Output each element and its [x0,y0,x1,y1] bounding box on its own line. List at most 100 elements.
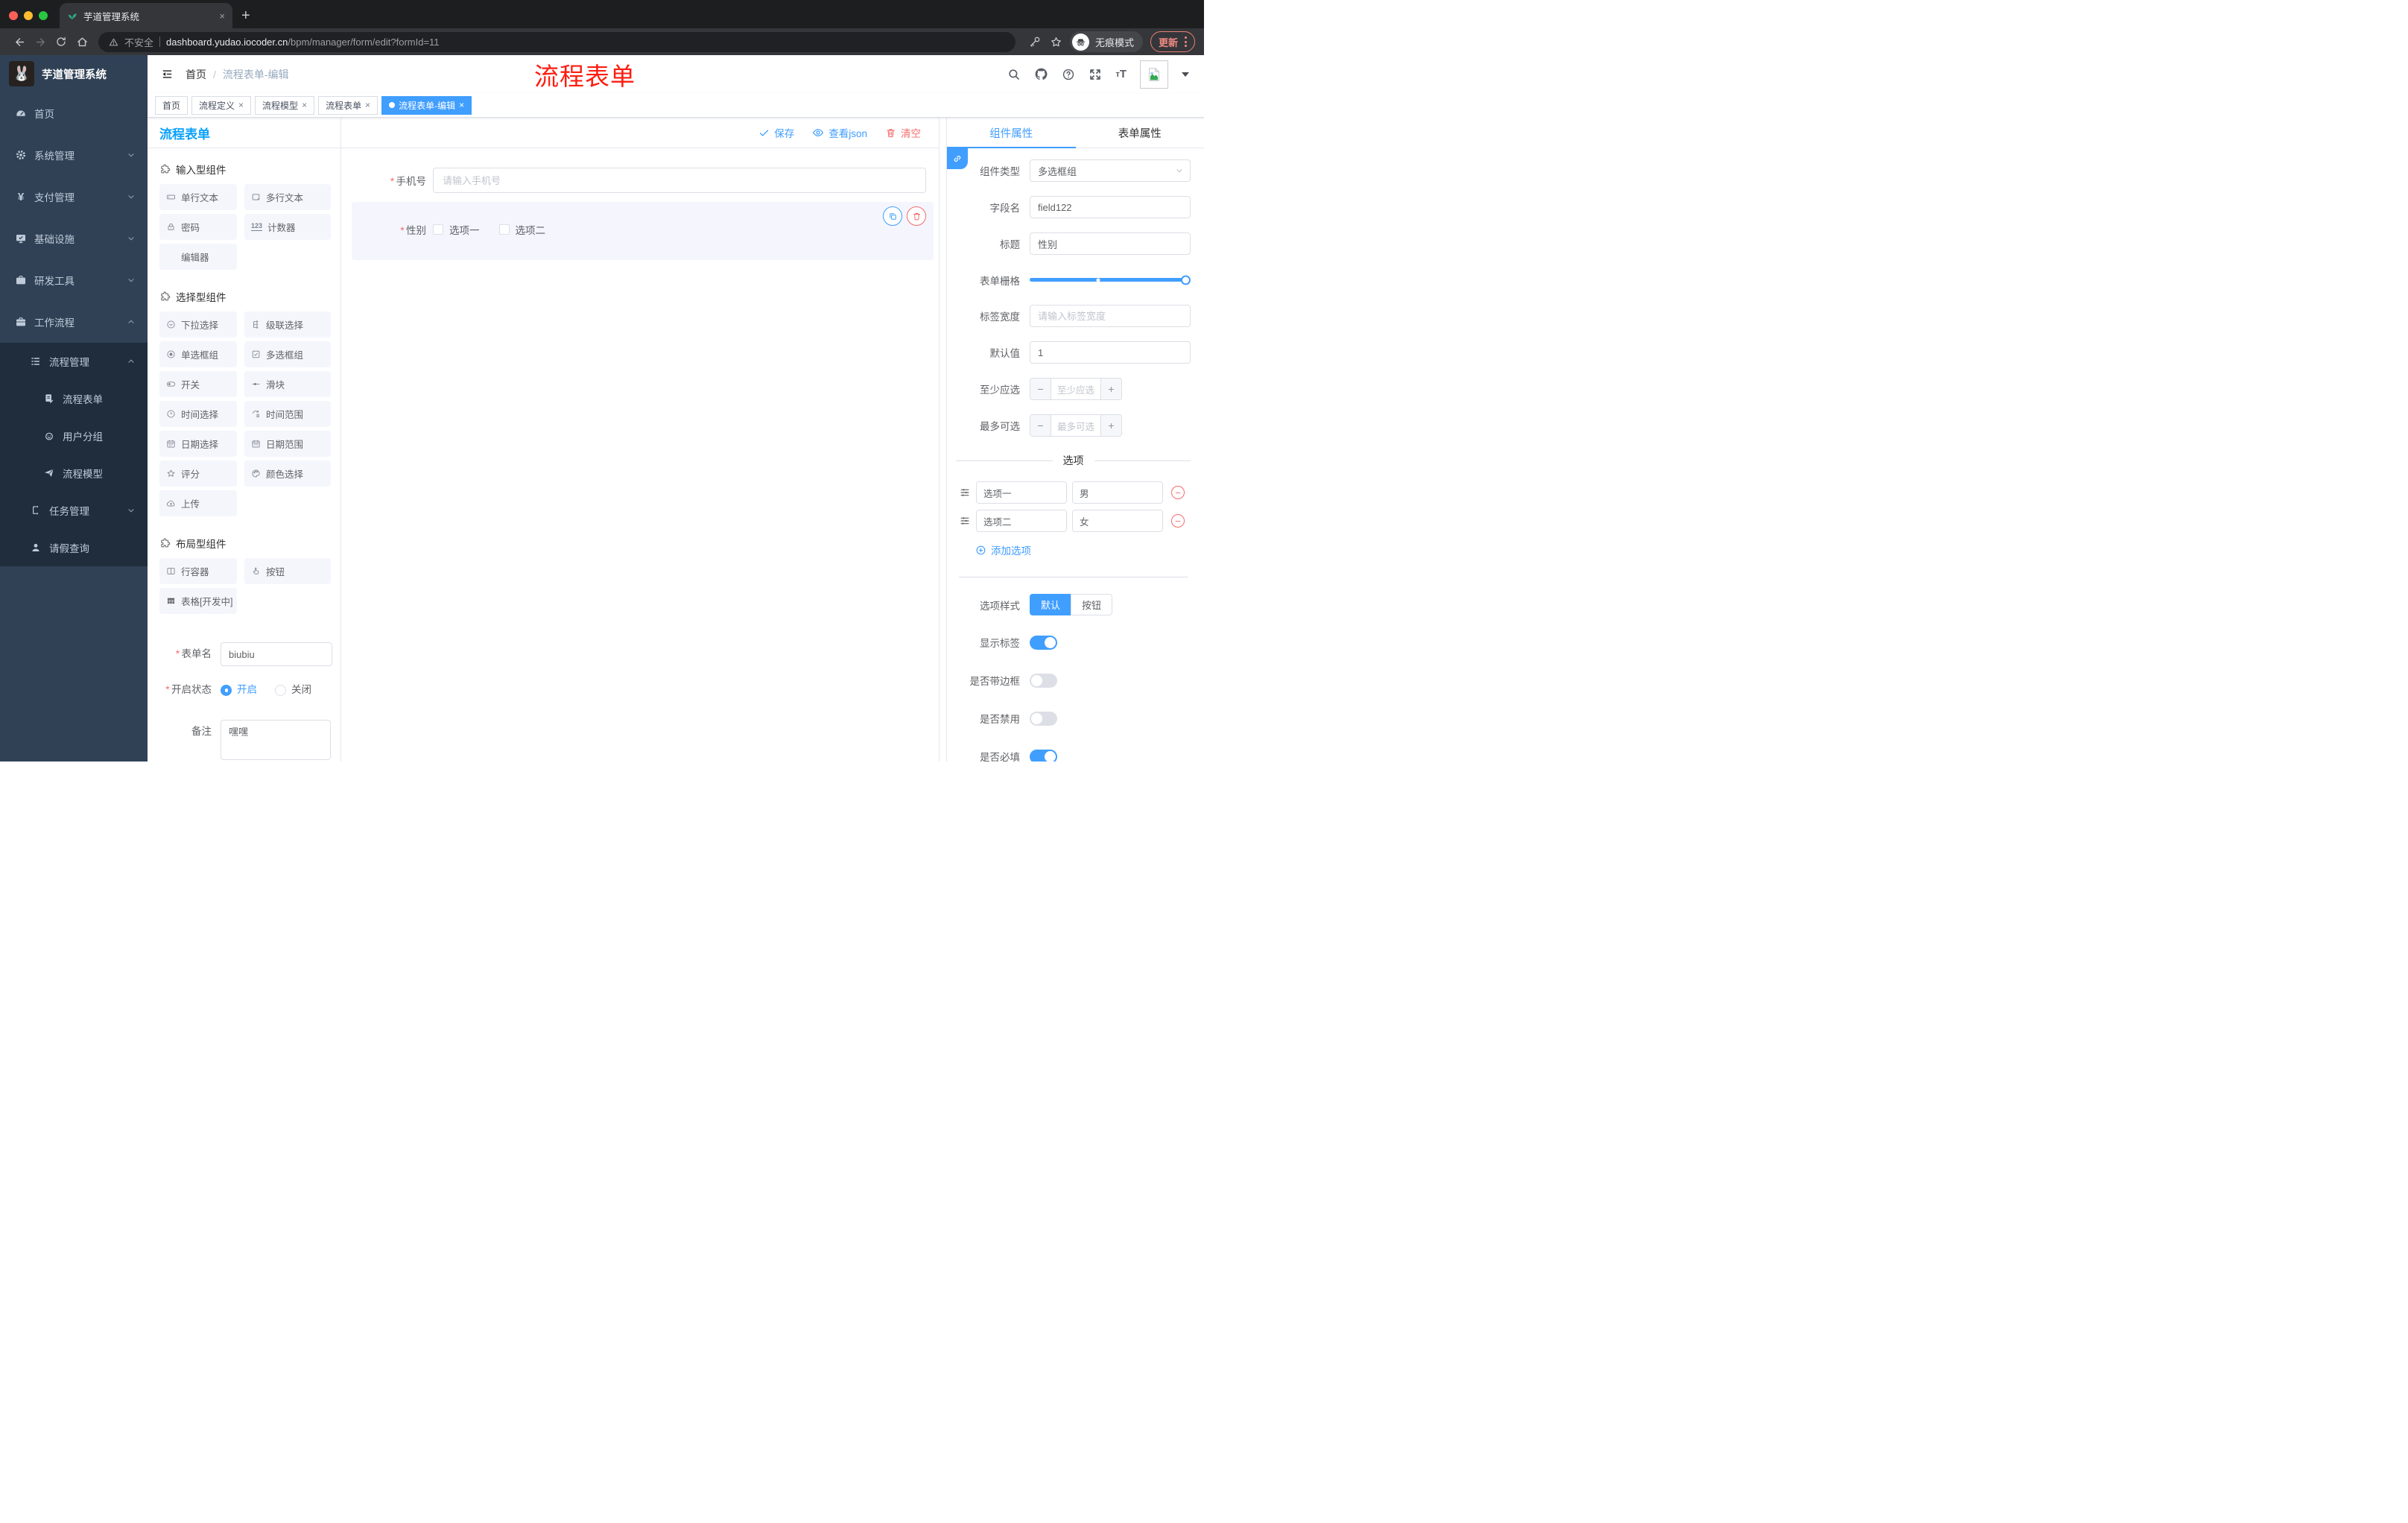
form-remark-textarea[interactable]: 嘿嘿 [221,720,331,760]
delete-widget-button[interactable] [907,206,926,226]
palette-item-time-range[interactable]: 时间范围 [244,401,331,427]
remove-option-button[interactable]: − [1171,514,1185,528]
palette-item-row-container[interactable]: 行容器 [159,558,237,584]
palette-item-date[interactable]: 日期选择 [159,431,237,457]
tag-process-definition[interactable]: 流程定义 × [191,95,252,115]
stepper-increase-button[interactable]: + [1100,379,1121,399]
github-icon[interactable] [1034,67,1048,81]
sidebar-item-leave-query[interactable]: 请假查询 [0,529,148,566]
palette-item-editor[interactable]: 编辑器 [159,244,237,270]
palette-item-rate[interactable]: 评分 [159,460,237,487]
option-label-input[interactable] [976,481,1067,504]
sidebar-item-devtools[interactable]: 研发工具 [0,259,148,301]
gender-option-2-checkbox[interactable]: 选项二 [498,222,545,237]
tag-close-icon[interactable]: × [459,100,464,110]
palette-item-checkbox-group[interactable]: 多选框组 [244,341,331,367]
required-toggle[interactable] [1030,749,1057,762]
clear-button[interactable]: 清空 [885,125,921,140]
drag-handle-icon[interactable] [959,515,971,527]
drag-handle-icon[interactable] [959,487,971,498]
sidebar-item-payment[interactable]: ¥ 支付管理 [0,176,148,218]
save-button[interactable]: 保存 [758,125,794,140]
breadcrumb-home[interactable]: 首页 [186,67,206,82]
style-default-button[interactable]: 默认 [1030,594,1071,615]
reload-button[interactable] [51,31,72,52]
stepper-increase-button[interactable]: + [1100,415,1121,436]
avatar[interactable] [1140,60,1168,89]
tag-close-icon[interactable]: × [365,100,370,110]
default-value-input[interactable] [1030,341,1191,364]
palette-item-slider[interactable]: 滑块 [244,371,331,397]
stepper-decrease-button[interactable]: − [1030,415,1051,436]
palette-item-date-range[interactable]: 日期范围 [244,431,331,457]
window-zoom-button[interactable] [39,11,48,20]
view-json-button[interactable]: 查看json [812,125,867,140]
component-type-select[interactable]: 多选框组 [1030,159,1191,182]
tag-close-icon[interactable]: × [302,100,307,110]
sidebar-item-process-form[interactable]: 流程表单 [0,380,148,417]
palette-item-upload[interactable]: 上传 [159,490,237,516]
sidebar-item-home[interactable]: 首页 [0,92,148,134]
sidebar-item-task-management[interactable]: 任务管理 [0,492,148,529]
help-icon[interactable] [1062,68,1075,81]
sidebar-item-infrastructure[interactable]: 基础设施 [0,218,148,259]
back-button[interactable] [9,31,30,52]
palette-item-table[interactable]: 表格[开发中] [159,588,237,614]
label-width-input[interactable] [1030,305,1191,327]
stepper-decrease-button[interactable]: − [1030,379,1051,399]
home-button[interactable] [72,31,92,52]
link-tag-button[interactable] [947,148,968,169]
max-select-input[interactable]: 最多可选 [1051,415,1100,436]
palette-item-select[interactable]: 下拉选择 [159,311,237,338]
palette-item-counter[interactable]: 123 计数器 [244,214,331,240]
form-name-input[interactable] [221,642,332,666]
tab-form-props[interactable]: 表单属性 [1076,118,1205,148]
tag-process-form-edit-active[interactable]: 流程表单-编辑 × [381,95,472,115]
sidebar-item-process-management[interactable]: 流程管理 [0,343,148,380]
canvas-scrollbar-gutter[interactable] [939,118,946,762]
slider-handle[interactable] [1181,275,1191,285]
gender-option-1-checkbox[interactable]: 选项一 [433,222,480,237]
palette-item-password[interactable]: 密码 [159,214,237,240]
phone-input[interactable] [433,168,926,193]
fullscreen-icon[interactable] [1089,68,1102,81]
password-key-icon[interactable] [1029,36,1041,48]
option-value-input[interactable] [1072,510,1163,532]
add-option-button[interactable]: 添加选项 [975,542,1191,557]
field-name-input[interactable] [1030,196,1191,218]
show-label-toggle[interactable] [1030,635,1057,650]
tag-home[interactable]: 首页 [155,95,188,115]
sidebar-item-system[interactable]: 系统管理 [0,134,148,176]
palette-item-multi-text[interactable]: 多行文本 [244,184,331,210]
option-value-input[interactable] [1072,481,1163,504]
min-select-input[interactable]: 至少应选 [1051,379,1100,399]
palette-item-single-text[interactable]: 单行文本 [159,184,237,210]
remove-option-button[interactable]: − [1171,486,1185,499]
style-button-button[interactable]: 按钮 [1071,594,1113,615]
browser-menu-icon[interactable] [1185,37,1187,47]
sidebar-item-process-model[interactable]: 流程模型 [0,455,148,492]
border-toggle[interactable] [1030,673,1057,688]
search-icon[interactable] [1007,68,1021,81]
status-radio-off[interactable]: 关闭 [275,678,311,702]
tab-component-props[interactable]: 组件属性 [947,118,1076,148]
address-bar[interactable]: 不安全 dashboard.yudao.iocoder.cn/bpm/manag… [98,31,1016,52]
palette-item-switch[interactable]: 开关 [159,371,237,397]
canvas-field-gender-selected[interactable]: * 性别 选项一 选项二 [352,202,934,260]
option-label-input[interactable] [976,510,1067,532]
sidebar-fold-icon[interactable] [161,68,174,80]
bookmark-star-icon[interactable] [1050,36,1062,48]
canvas-field-phone[interactable]: * 手机号 [352,168,926,193]
palette-item-button[interactable]: 按钮 [244,558,331,584]
sidebar-item-user-group[interactable]: 用户分组 [0,417,148,455]
new-tab-button[interactable]: + [241,8,250,23]
tag-close-icon[interactable]: × [238,100,244,110]
tab-close-icon[interactable]: × [219,10,225,22]
palette-item-time[interactable]: 时间选择 [159,401,237,427]
palette-item-radio-group[interactable]: 单选框组 [159,341,237,367]
browser-tab[interactable]: 芋道管理系统 × [60,3,232,28]
tag-process-form[interactable]: 流程表单 × [318,95,378,115]
tag-process-model[interactable]: 流程模型 × [255,95,315,115]
title-input[interactable] [1030,232,1191,255]
browser-update-button[interactable]: 更新 [1150,31,1195,52]
